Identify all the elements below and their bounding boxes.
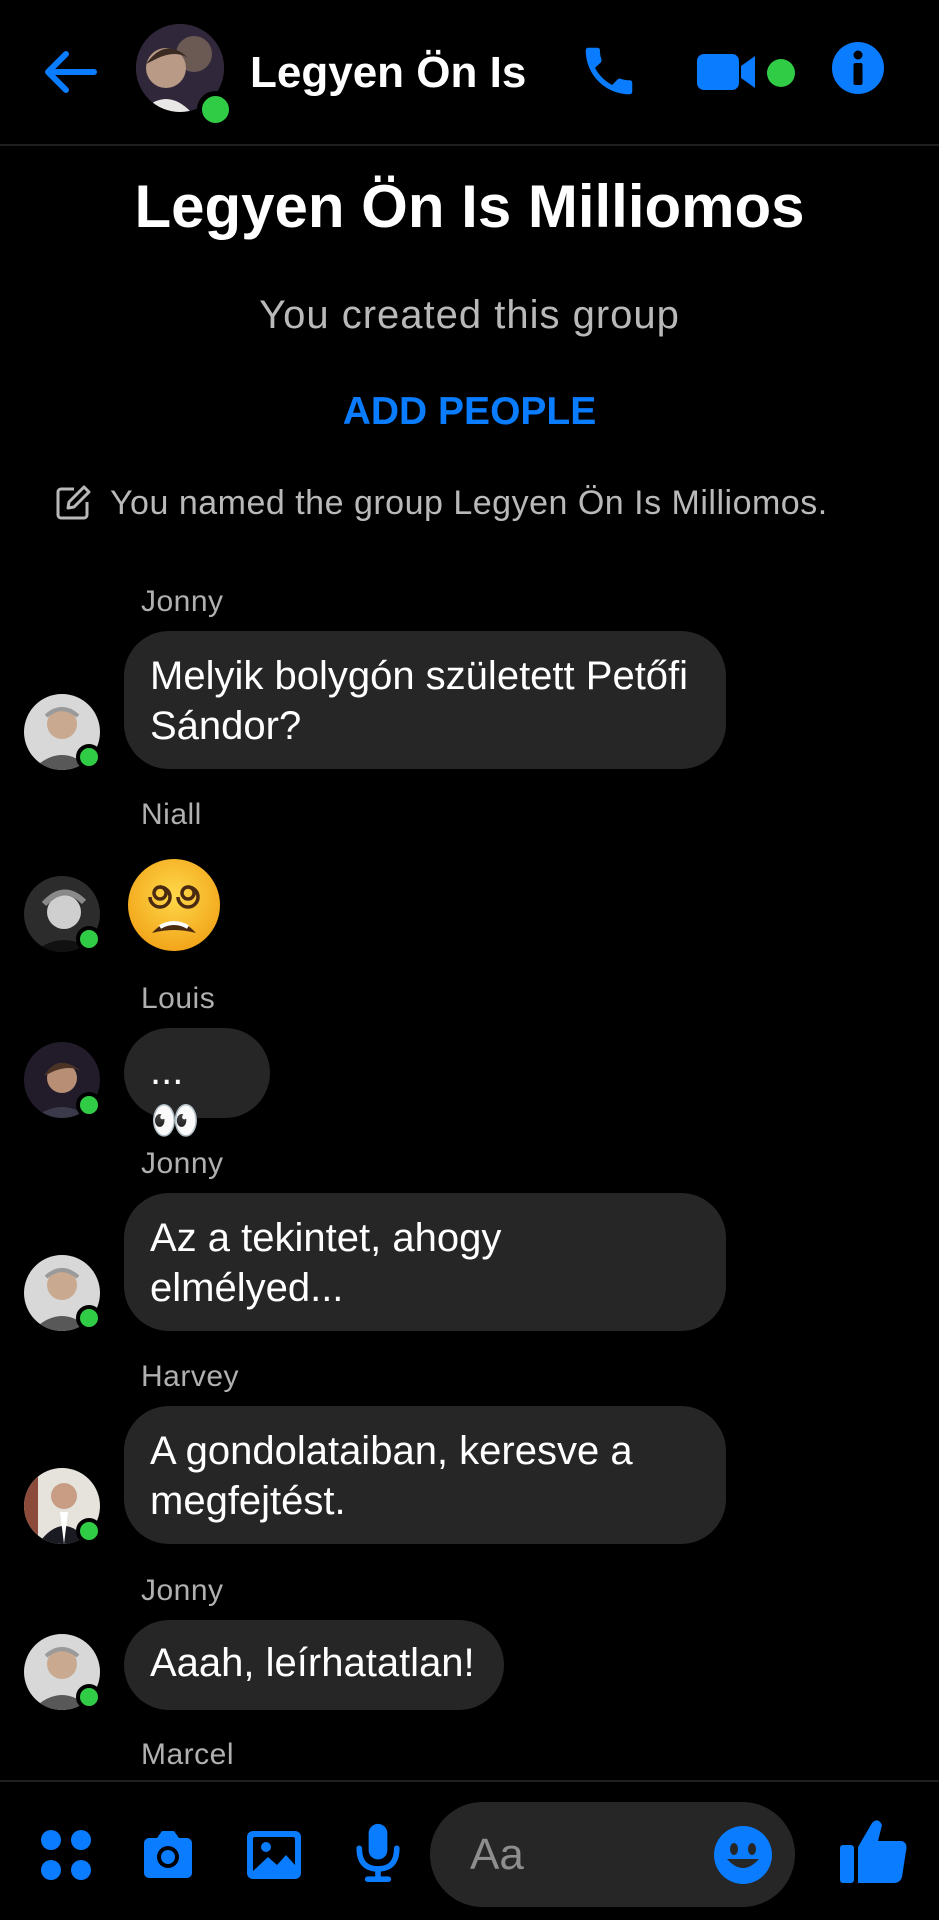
online-status-dot — [197, 91, 234, 128]
edit-icon — [56, 485, 91, 520]
sender-name: Harvey — [141, 1360, 240, 1393]
sender-name: Niall — [141, 798, 202, 831]
video-camera-icon[interactable] — [695, 48, 759, 96]
online-status-dot — [76, 1518, 102, 1544]
microphone-icon[interactable] — [348, 1822, 408, 1882]
camera-icon[interactable] — [138, 1825, 198, 1885]
message-bubble[interactable]: ... 👀 — [124, 1028, 270, 1143]
group-named-notice: You named the group Legyen Ön Is Milliom… — [110, 484, 828, 522]
sender-name: Jonny — [141, 1574, 224, 1607]
phone-icon[interactable] — [578, 40, 640, 102]
group-created-text: You created this group — [259, 293, 680, 337]
thumbs-up-icon[interactable] — [838, 1815, 910, 1887]
add-people-button[interactable]: ADD PEOPLE — [0, 390, 939, 434]
online-status-dot — [76, 1684, 102, 1710]
online-status-dot — [76, 926, 102, 952]
chat-header: Legyen Ön Is — [0, 0, 939, 146]
back-arrow-icon[interactable] — [38, 40, 102, 104]
menu-dots-icon[interactable] — [36, 1825, 96, 1885]
message-bubble[interactable]: A gondolataiban, keresve a megfejtést. — [124, 1406, 726, 1544]
group-title: Legyen Ön Is Milliomos — [134, 173, 805, 240]
online-status-dot — [76, 1092, 102, 1118]
sender-name: Marcel — [141, 1738, 235, 1771]
info-icon[interactable] — [831, 41, 885, 95]
message-bubble[interactable]: Az a tekintet, ahogy elmélyed... — [124, 1193, 726, 1331]
gallery-icon[interactable] — [244, 1825, 304, 1885]
chat-title[interactable]: Legyen Ön Is — [250, 48, 526, 98]
active-call-dot — [767, 59, 795, 87]
online-status-dot — [76, 744, 102, 770]
emoji-icon[interactable] — [713, 1825, 773, 1885]
sender-name: Louis — [141, 982, 216, 1015]
message-input-placeholder: Aa — [470, 1830, 524, 1879]
sender-name: Jonny — [141, 585, 224, 618]
dizzy-face-emoji-icon[interactable] — [126, 857, 222, 953]
sender-name: Jonny — [141, 1147, 224, 1180]
message-bubble[interactable]: Melyik bolygón született Petőfi Sándor? — [124, 631, 726, 769]
message-bubble[interactable]: Aaah, leírhatatlan! — [124, 1620, 504, 1710]
online-status-dot — [76, 1305, 102, 1331]
